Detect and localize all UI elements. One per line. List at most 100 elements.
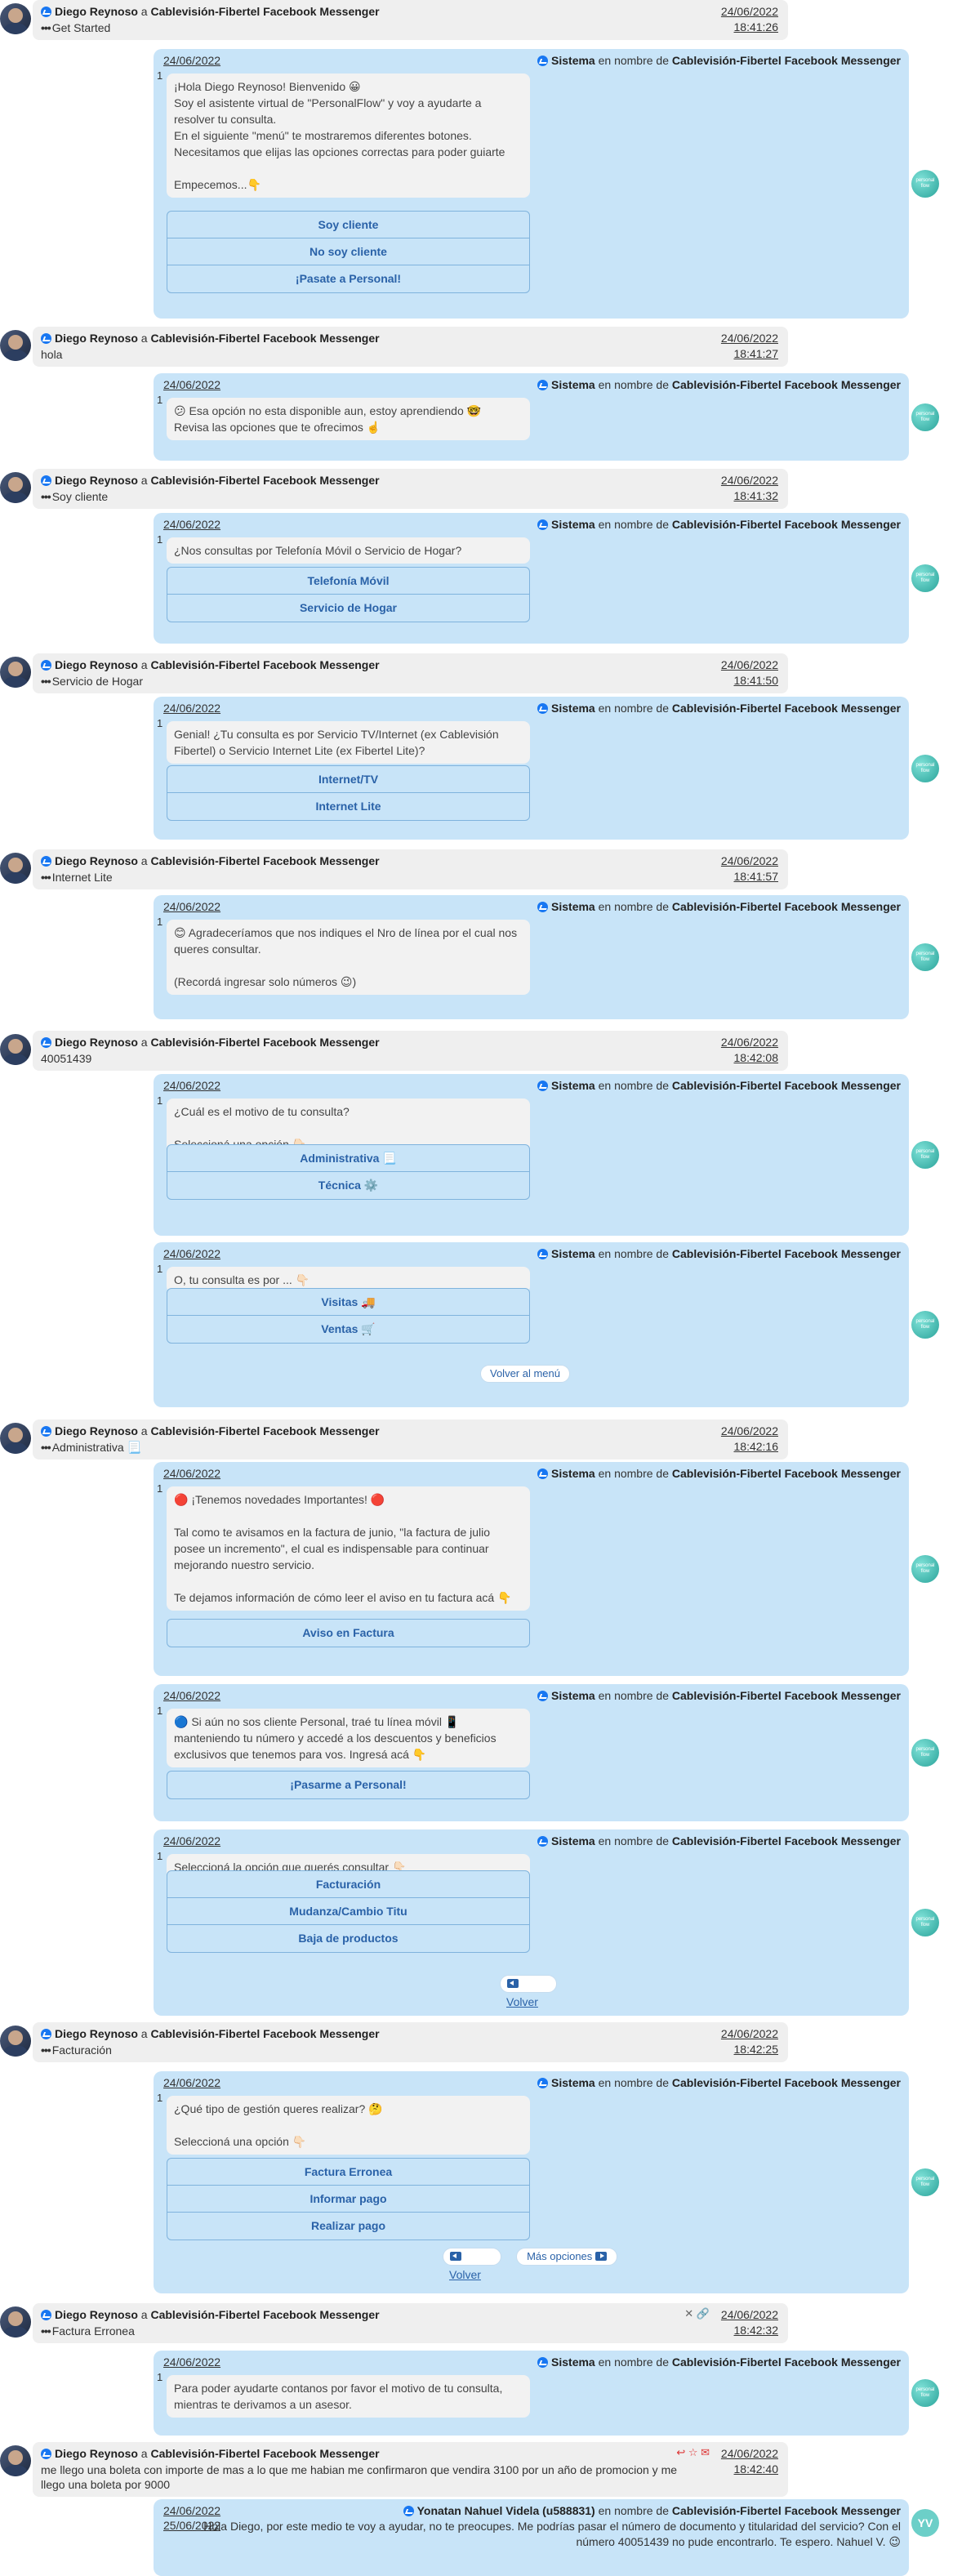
- message-date[interactable]: 24/06/2022: [721, 2446, 778, 2462]
- timestamp[interactable]: 24/06/2022 18:41:26: [721, 4, 778, 35]
- message-bubble: Diego Reynoso a Cablevisión-Fibertel Fac…: [33, 1419, 788, 1460]
- message-header: Diego Reynoso a Cablevisión-Fibertel Fac…: [41, 2307, 780, 2323]
- quick-reply-button[interactable]: Servicio de Hogar: [167, 595, 529, 622]
- quick-reply-button[interactable]: Aviso en Factura: [167, 1620, 529, 1647]
- messenger-icon: [537, 56, 549, 66]
- message-time[interactable]: 18:41:50: [721, 673, 779, 689]
- message-date[interactable]: 24/06/2022: [163, 2076, 220, 2089]
- more-options-label[interactable]: Más opciones: [527, 2250, 592, 2262]
- message-date[interactable]: 24/06/2022: [721, 1035, 778, 1050]
- quick-reply-button[interactable]: Factura Erronea: [167, 2159, 529, 2186]
- quick-reply-button[interactable]: Administrativa 📃: [167, 1145, 529, 1172]
- connector-text: a: [140, 2308, 148, 2321]
- message-date[interactable]: 24/06/2022: [163, 2504, 220, 2517]
- message-date[interactable]: 24/06/2022: [163, 1834, 220, 1847]
- message-time[interactable]: 18:42:32: [721, 2323, 779, 2338]
- message-tools[interactable]: ↩ ☆ ✉: [676, 2446, 710, 2459]
- message-tools[interactable]: ✕ 🔗: [684, 2307, 710, 2320]
- message-time[interactable]: 18:42:08: [721, 1050, 779, 1066]
- timestamp[interactable]: 24/06/2022 18:41:32: [721, 473, 778, 504]
- quick-reply-button[interactable]: Internet/TV: [167, 766, 529, 793]
- quick-reply-button[interactable]: Informar pago: [167, 2186, 529, 2213]
- back-link[interactable]: Volver: [506, 1995, 538, 2008]
- quick-reply-button[interactable]: ¡Pasarme a Personal!: [167, 1772, 529, 1798]
- message-marker: 1: [157, 1705, 163, 1717]
- message-date[interactable]: 24/06/2022: [163, 1689, 220, 1702]
- timestamp[interactable]: 24/06/2022 18:42:32: [721, 2307, 778, 2338]
- back-button[interactable]: [500, 1975, 557, 1993]
- system-name: Sistema: [551, 1689, 595, 1702]
- sender-info: Sistema en nombre de Cablevisión-Fiberte…: [537, 2355, 901, 2369]
- quick-reply-button[interactable]: Internet Lite: [167, 793, 529, 820]
- sender-info: Sistema en nombre de Cablevisión-Fiberte…: [537, 517, 901, 532]
- message-date[interactable]: 24/06/2022: [163, 1467, 220, 1480]
- quick-reply-button[interactable]: Mudanza/Cambio Titu: [167, 1898, 529, 1925]
- message-time[interactable]: 18:41:32: [721, 488, 779, 504]
- personalflow-logo: personal flow: [911, 564, 939, 592]
- quick-reply-button[interactable]: Telefonía Móvil: [167, 568, 529, 595]
- message-time[interactable]: 18:41:27: [721, 346, 779, 362]
- bot-message: 24/06/2022 Sistema en nombre de Cablevisi…: [154, 373, 909, 461]
- message-date[interactable]: 24/06/2022: [721, 331, 778, 346]
- message-date[interactable]: 24/06/2022: [163, 900, 220, 913]
- timestamp[interactable]: 24/06/2022 18:42:40: [721, 2446, 778, 2477]
- quick-reply-group: ¡Pasarme a Personal!: [167, 1771, 530, 1799]
- message-time[interactable]: 18:41:57: [721, 869, 779, 885]
- quick-reply-button[interactable]: Ventas 🛒: [167, 1316, 529, 1343]
- timestamp[interactable]: 24/06/2022 18:41:57: [721, 853, 778, 885]
- message-date[interactable]: 24/06/2022: [721, 1424, 778, 1439]
- quick-reply-button[interactable]: Realizar pago: [167, 2213, 529, 2240]
- timestamp[interactable]: 24/06/2022 18:42:25: [721, 2026, 778, 2057]
- quick-reply-button[interactable]: Baja de productos: [167, 1925, 529, 1952]
- quick-reply-button[interactable]: Soy cliente: [167, 212, 529, 238]
- message-text: 40051439: [41, 1051, 780, 1066]
- message-body: 40051439: [41, 1052, 92, 1065]
- tool-icons[interactable]: ↩ ☆ ✉: [676, 2446, 710, 2458]
- avatar: [0, 2306, 31, 2338]
- timestamp[interactable]: 24/06/2022 18:41:27: [721, 331, 778, 362]
- message-date[interactable]: 24/06/2022: [721, 853, 778, 869]
- message-time[interactable]: 18:42:40: [721, 2462, 779, 2477]
- avatar: [0, 2445, 31, 2476]
- connector-text: a: [140, 658, 148, 671]
- message-date[interactable]: 24/06/2022: [163, 1247, 220, 1260]
- message-date[interactable]: 24/06/2022: [721, 4, 778, 20]
- message-marker: 1: [157, 394, 163, 406]
- quick-reply-button[interactable]: Técnica ⚙️: [167, 1172, 529, 1199]
- timestamp[interactable]: 24/06/2022 18:41:50: [721, 657, 778, 689]
- message-time[interactable]: 18:41:26: [721, 20, 779, 35]
- connector-text: a: [140, 474, 148, 487]
- channel-name: Cablevisión-Fibertel Facebook Messenger: [671, 1834, 901, 1847]
- message-text: ••• Soy cliente: [41, 489, 780, 504]
- message-date[interactable]: 24/06/2022: [721, 2307, 778, 2323]
- message-date[interactable]: 24/06/2022: [721, 473, 778, 488]
- timestamp[interactable]: 24/06/2022 18:42:16: [721, 1424, 778, 1455]
- quick-reply-button[interactable]: No soy cliente: [167, 238, 529, 265]
- message-time[interactable]: 18:42:25: [721, 2042, 779, 2057]
- tool-icons[interactable]: ✕ 🔗: [684, 2307, 710, 2320]
- message-date[interactable]: 24/06/2022: [163, 518, 220, 531]
- message-date[interactable]: 24/06/2022: [163, 1079, 220, 1092]
- back-to-menu-button[interactable]: Volver al menú: [480, 1365, 570, 1383]
- message-date[interactable]: 24/06/2022: [163, 702, 220, 715]
- message-date[interactable]: 24/06/2022: [163, 54, 220, 67]
- back-button[interactable]: [443, 2248, 501, 2266]
- messenger-icon: [537, 1691, 549, 1701]
- message-date[interactable]: 24/06/2022: [163, 378, 220, 391]
- timestamp[interactable]: 24/06/2022 18:42:08: [721, 1035, 778, 1066]
- bot-text-card: Para poder ayudarte contanos por favor e…: [167, 2375, 530, 2418]
- message-date[interactable]: 24/06/2022: [163, 2355, 220, 2369]
- message-header: 24/06/2022 Sistema en nombre de Cablevisi…: [163, 899, 901, 914]
- quick-reply-button[interactable]: ¡Pasate a Personal!: [167, 265, 529, 292]
- message-time[interactable]: 18:42:16: [721, 1439, 779, 1455]
- more-options-button[interactable]: Más opciones: [516, 2248, 617, 2266]
- quick-reply-button[interactable]: Facturación: [167, 1871, 529, 1898]
- connector-text: a: [140, 5, 148, 18]
- channel-name: Cablevisión-Fibertel Facebook Messenger: [671, 1079, 901, 1092]
- message-date[interactable]: 24/06/2022: [721, 657, 778, 673]
- quick-reply-button[interactable]: Visitas 🚚: [167, 1289, 529, 1316]
- message-date[interactable]: 24/06/2022: [721, 2026, 778, 2042]
- sender-info: Sistema en nombre de Cablevisión-Fiberte…: [537, 899, 901, 914]
- messenger-icon: [41, 475, 51, 486]
- back-link[interactable]: Volver: [449, 2268, 481, 2281]
